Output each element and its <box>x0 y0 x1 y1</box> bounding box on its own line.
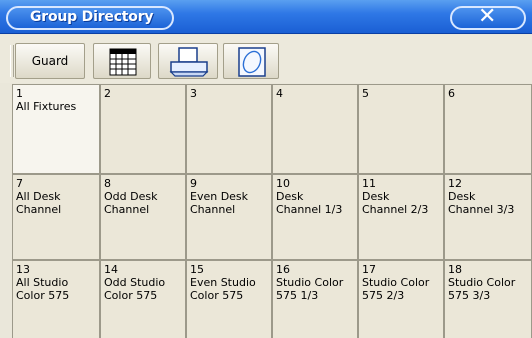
group-label: Studio Color 575 3/3 <box>448 276 516 302</box>
group-cell-16[interactable]: 16 Studio Color 575 1/3 <box>272 260 358 338</box>
group-number: 2 <box>104 87 111 100</box>
group-cell-5[interactable]: 5 <box>358 84 444 174</box>
group-cell-13[interactable]: 13 All Studio Color 575 <box>12 260 100 338</box>
group-number: 18 <box>448 263 462 276</box>
group-cell-10[interactable]: 10 Desk Channel 1/3 <box>272 174 358 260</box>
group-number: 10 <box>276 177 290 190</box>
group-cell-1[interactable]: 1 All Fixtures <box>12 84 100 174</box>
group-cell-11[interactable]: 11 Desk Channel 2/3 <box>358 174 444 260</box>
group-cell-6[interactable]: 6 <box>444 84 532 174</box>
spreadsheet-icon <box>109 48 137 76</box>
group-label: Even Desk Channel <box>190 190 249 216</box>
group-label: All Fixtures <box>16 100 77 113</box>
group-cell-12[interactable]: 12 Desk Channel 3/3 <box>444 174 532 260</box>
group-number: 12 <box>448 177 462 190</box>
group-cell-8[interactable]: 8 Odd Desk Channel <box>100 174 186 260</box>
group-number: 16 <box>276 263 290 276</box>
group-cell-7[interactable]: 7 All Desk Channel <box>12 174 100 260</box>
guard-button-label: Guard <box>31 54 69 68</box>
printer-icon <box>169 47 209 77</box>
group-label: Desk Channel 1/3 <box>276 190 343 216</box>
group-label: Odd Studio Color 575 <box>104 276 166 302</box>
group-label: All Desk Channel <box>16 190 62 216</box>
toolbar-grip[interactable] <box>10 45 14 77</box>
group-cell-15[interactable]: 15 Even Studio Color 575 <box>186 260 272 338</box>
group-cell-2[interactable]: 2 <box>100 84 186 174</box>
group-cell-14[interactable]: 14 Odd Studio Color 575 <box>100 260 186 338</box>
group-number: 14 <box>104 263 118 276</box>
group-number: 6 <box>448 87 455 100</box>
group-label: Odd Desk Channel <box>104 190 158 216</box>
toolbar: Guard <box>0 35 532 83</box>
spreadsheet-button[interactable] <box>93 43 151 79</box>
group-cell-18[interactable]: 18 Studio Color 575 3/3 <box>444 260 532 338</box>
group-label: Studio Color 575 1/3 <box>276 276 344 302</box>
group-number: 3 <box>190 87 197 100</box>
group-number: 13 <box>16 263 30 276</box>
disk-icon <box>238 47 266 77</box>
group-label: All Studio Color 575 <box>16 276 70 302</box>
group-cell-4[interactable]: 4 <box>272 84 358 174</box>
group-cell-3[interactable]: 3 <box>186 84 272 174</box>
group-label: Desk Channel 3/3 <box>448 190 515 216</box>
group-number: 8 <box>104 177 111 190</box>
group-label: Even Studio Color 575 <box>190 276 256 302</box>
group-number: 17 <box>362 263 376 276</box>
group-label: Studio Color 575 2/3 <box>362 276 430 302</box>
window-title: Group Directory <box>30 9 154 25</box>
title-bar[interactable]: Group Directory ✕ <box>0 0 532 34</box>
group-cell-17[interactable]: 17 Studio Color 575 2/3 <box>358 260 444 338</box>
group-number: 9 <box>190 177 197 190</box>
save-button[interactable] <box>223 43 279 79</box>
group-directory-window: Group Directory ✕ Guard 1 All Fixtures 2… <box>0 0 532 338</box>
group-number: 15 <box>190 263 204 276</box>
group-cell-9[interactable]: 9 Even Desk Channel <box>186 174 272 260</box>
close-icon[interactable]: ✕ <box>478 4 496 29</box>
group-number: 5 <box>362 87 369 100</box>
guard-button[interactable]: Guard <box>15 43 85 79</box>
group-number: 7 <box>16 177 23 190</box>
print-button[interactable] <box>158 43 218 79</box>
group-label: Desk Channel 2/3 <box>362 190 429 216</box>
group-number: 1 <box>16 87 23 100</box>
group-number: 4 <box>276 87 283 100</box>
group-number: 11 <box>362 177 376 190</box>
